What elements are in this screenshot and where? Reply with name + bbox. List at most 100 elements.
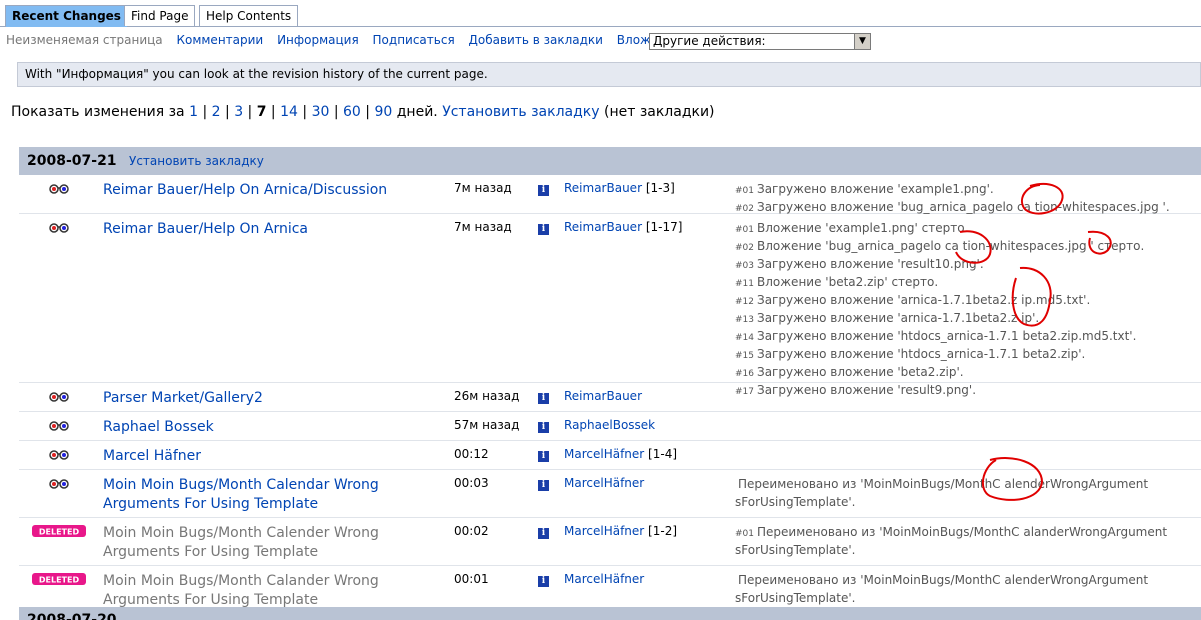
info-icon[interactable]: i [538, 528, 549, 539]
editor-cell: MarcelHäfner [564, 476, 644, 490]
comment-text: Переименовано из 'MoinMoinBugs/MonthC al… [735, 525, 1168, 557]
deleted-badge-icon[interactable]: DELETED [31, 524, 87, 538]
page-title-link[interactable]: Reimar Bauer/Help On Arnica/Discussion [103, 181, 403, 200]
show-changes-line: Показать изменения за 1 | 2 | 3 | 7 | 14… [11, 104, 715, 120]
comment-number: #02 [735, 204, 754, 214]
comment-number: #03 [735, 261, 754, 271]
days-link-3[interactable]: 3 [234, 104, 243, 120]
comment-text: Загружено вложение 'result10.png'. [757, 257, 984, 271]
editor-link[interactable]: ReimarBauer [564, 181, 642, 195]
comment-number: #02 [735, 243, 754, 253]
info-icon[interactable]: i [538, 224, 549, 235]
comment-text: Переименовано из 'MoinMoinBugs/MonthC al… [735, 477, 1149, 509]
comment-line: #02 Вложение 'bug_arnica_pagelo ca tion-w… [735, 238, 1199, 256]
comment-text: Загружено вложение 'htdocs_arnica-1.7.1 … [757, 347, 1086, 361]
editor-link[interactable]: MarcelHäfner [564, 476, 644, 490]
info-icon[interactable]: i [538, 185, 549, 196]
comment-text: Переименовано из 'MoinMoinBugs/MonthC al… [735, 573, 1149, 605]
comment-line: #01 Загружено вложение 'example1.png'. [735, 181, 1199, 199]
recent-changes-table: 2008-07-21 Установить закладку Reimar Ba… [19, 147, 1201, 614]
set-bookmark-link[interactable]: Установить закладку [442, 104, 599, 120]
info-link[interactable]: Информация [277, 33, 359, 47]
day-set-bookmark-link[interactable]: Установить закладку [129, 154, 264, 168]
info-icon[interactable]: i [538, 422, 549, 433]
editor-cell: ReimarBauer [1-17] [564, 220, 682, 234]
days-link-90[interactable]: 90 [374, 104, 392, 120]
days-current-7: 7 [256, 104, 267, 120]
diff-glasses-icon[interactable] [49, 478, 69, 489]
page-title-link[interactable]: Reimar Bauer/Help On Arnica [103, 220, 403, 239]
page-title-link[interactable]: Marcel Häfner [103, 447, 403, 466]
comment-number: #11 [735, 279, 754, 289]
comment-number: #12 [735, 297, 754, 307]
day-header: 2008-07-21 Установить закладку [19, 147, 1201, 175]
editor-link[interactable]: ReimarBauer [564, 389, 642, 403]
change-comments: Переименовано из 'MoinMoinBugs/MonthC al… [735, 572, 1199, 606]
comments-link[interactable]: Комментарии [176, 33, 263, 47]
diff-glasses-icon[interactable] [49, 391, 69, 402]
tab-find-page[interactable]: Find Page [124, 5, 196, 26]
more-actions-value: Другие действия: [653, 34, 766, 48]
page-title-link[interactable]: Moin Moin Bugs/Month Calander Wrong Argu… [103, 572, 403, 610]
comment-text: Вложение 'beta2.zip' стерто. [757, 275, 939, 289]
days-link-2[interactable]: 2 [212, 104, 221, 120]
change-row: Parser Market/Gallery2 26м назад i ReimarBa… [19, 383, 1201, 412]
no-bookmark-label: (нет закладки) [603, 104, 715, 120]
comment-line: #13 Загружено вложение 'arnica-1.7.1beta2… [735, 310, 1199, 328]
comment-text: Вложение 'example1.png' стерто. [757, 221, 969, 235]
diff-glasses-icon[interactable] [49, 183, 69, 194]
comment-text: Загружено вложение 'example1.png'. [757, 182, 994, 196]
days-link-14[interactable]: 14 [280, 104, 298, 120]
editor-cell: ReimarBauer [1-3] [564, 181, 675, 195]
comment-text: Загружено вложение 'beta2.zip'. [757, 365, 964, 379]
add-bookmark-link[interactable]: Добавить в закладки [469, 33, 603, 47]
more-actions-select[interactable]: Другие действия: ▼ [649, 33, 871, 50]
revision-range: [1-3] [645, 181, 675, 195]
page-title-link[interactable]: Raphael Bossek [103, 418, 403, 437]
comment-line: #01 Переименовано из 'MoinMoinBugs/MonthC… [735, 524, 1199, 558]
change-comments: #01 Загружено вложение 'example1.png'. #02… [735, 181, 1199, 217]
comment-number: #16 [735, 369, 754, 379]
chevron-down-icon[interactable]: ▼ [854, 34, 870, 49]
day-date: 2008-07-21 [27, 153, 117, 169]
editor-cell: RaphaelBossek [564, 418, 655, 432]
comment-number: #01 [735, 225, 754, 235]
show-changes-prefix: Показать изменения за [11, 104, 185, 120]
days-link-1[interactable]: 1 [189, 104, 198, 120]
days-link-60[interactable]: 60 [343, 104, 361, 120]
editor-link[interactable]: MarcelHäfner [564, 572, 644, 586]
info-icon[interactable]: i [538, 393, 549, 404]
days-link-30[interactable]: 30 [312, 104, 330, 120]
change-time: 00:03 [454, 476, 489, 490]
editor-link[interactable]: MarcelHäfner [564, 447, 644, 461]
change-row: Raphael Bossek 57м назад i RaphaelBossek [19, 412, 1201, 441]
comment-number: #01 [735, 529, 754, 539]
info-icon[interactable]: i [538, 451, 549, 462]
diff-glasses-icon[interactable] [49, 449, 69, 460]
editor-link[interactable]: RaphaelBossek [564, 418, 655, 432]
page-title-link[interactable]: Moin Moin Bugs/Month Calendar Wrong Argu… [103, 476, 403, 514]
subscribe-link[interactable]: Подписаться [373, 33, 455, 47]
editor-cell: MarcelHäfner [1-4] [564, 447, 677, 461]
info-icon[interactable]: i [538, 576, 549, 587]
change-comments: #01 Переименовано из 'MoinMoinBugs/MonthC… [735, 524, 1199, 558]
comment-line: #03 Загружено вложение 'result10.png'. [735, 256, 1199, 274]
page-title-link[interactable]: Moin Moin Bugs/Month Calender Wrong Argu… [103, 524, 403, 562]
change-comments: #01 Вложение 'example1.png' стерто. #02 Вло… [735, 220, 1199, 400]
change-row: Reimar Bauer/Help On Arnica/Discussion 7м… [19, 175, 1201, 214]
diff-glasses-icon[interactable] [49, 420, 69, 431]
page-title-link[interactable]: Parser Market/Gallery2 [103, 389, 403, 408]
editor-link[interactable]: ReimarBauer [564, 220, 642, 234]
diff-glasses-icon[interactable] [49, 222, 69, 233]
change-comments: Переименовано из 'MoinMoinBugs/MonthC al… [735, 476, 1199, 510]
deleted-badge-icon[interactable]: DELETED [31, 572, 87, 586]
tab-recent-changes[interactable]: Recent Changes [5, 5, 128, 27]
immutable-page-label: Неизменяемая страница [6, 33, 163, 47]
info-icon[interactable]: i [538, 480, 549, 491]
comment-text: Загружено вложение 'htdocs_arnica-1.7.1 … [757, 329, 1137, 343]
change-time: 26м назад [454, 389, 520, 403]
editor-cell: MarcelHäfner [564, 572, 644, 586]
tab-help-contents[interactable]: Help Contents [199, 5, 299, 26]
comment-line: #01 Вложение 'example1.png' стерто. [735, 220, 1199, 238]
editor-link[interactable]: MarcelHäfner [564, 524, 644, 538]
